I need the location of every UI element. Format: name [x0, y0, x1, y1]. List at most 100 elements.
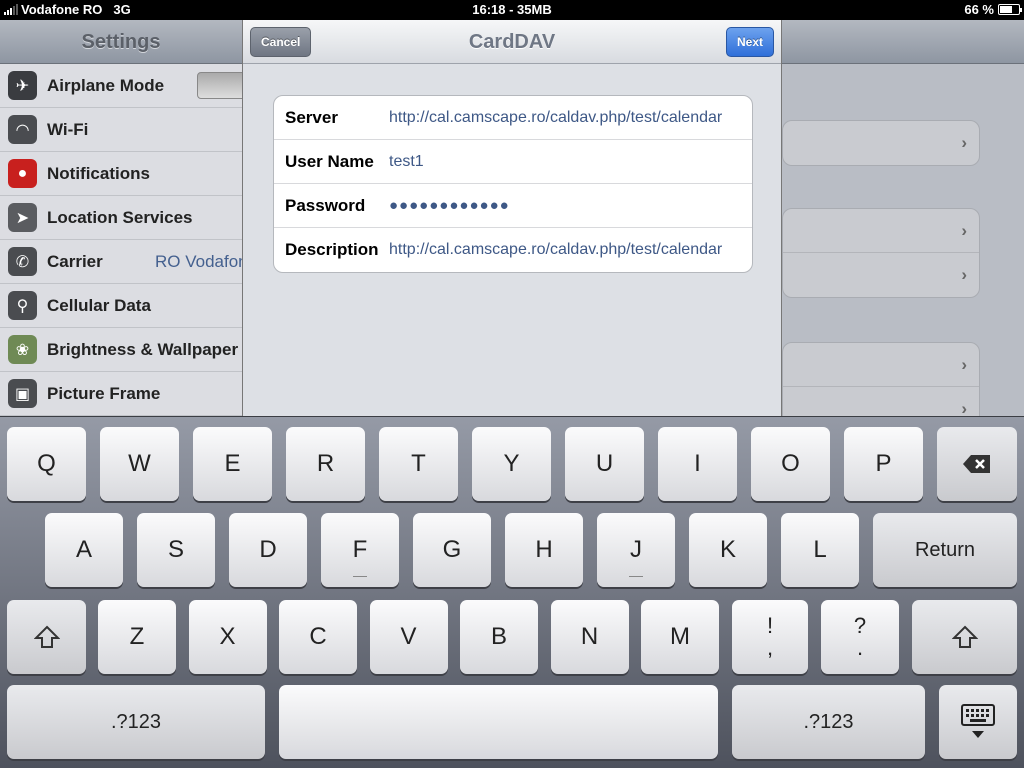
shift-key-left[interactable]: [7, 600, 86, 674]
key-label: H: [535, 536, 553, 563]
sidebar-item[interactable]: ▣ Picture Frame: [0, 372, 242, 416]
key-s[interactable]: S: [137, 513, 215, 587]
settings-title: Settings: [0, 20, 242, 64]
key-f[interactable]: F: [321, 513, 399, 587]
key-h[interactable]: H: [505, 513, 583, 587]
form-row: Server http://cal.camscape.ro/caldav.php/…: [274, 96, 752, 140]
key-j[interactable]: J: [597, 513, 675, 587]
key-label: L: [813, 536, 827, 563]
sidebar-item-label: Brightness & Wallpaper: [47, 339, 239, 359]
status-clock: 16:18 - 35MB: [472, 2, 552, 17]
question-period-key[interactable]: ?.: [821, 600, 899, 674]
username-field[interactable]: test1: [389, 153, 424, 171]
battery-icon: [998, 4, 1022, 15]
sidebar-item-label: Notifications: [47, 163, 150, 183]
field-label: Description: [285, 240, 379, 259]
wifi-icon: ◠: [8, 115, 37, 144]
form-row: Description http://cal.camscape.ro/caldav…: [274, 228, 752, 272]
carddav-modal: CardDAV Cancel Next Server http://cal.cam…: [242, 20, 782, 416]
settings-list: ✈ Airplane Mode ◠ Wi-Fi ● Notifications ➤ Locat…: [0, 64, 257, 416]
key-m[interactable]: M: [641, 600, 719, 674]
antenna-icon: ⚲: [8, 291, 37, 320]
modal-nav-bar: CardDAV Cancel Next: [243, 20, 781, 64]
key-a[interactable]: A: [45, 513, 123, 587]
detail-row[interactable]: ›: [783, 387, 979, 416]
modal-title: CardDAV: [468, 31, 556, 53]
key-top-char: ?: [853, 613, 867, 638]
sidebar-item-label: Wi-Fi: [47, 119, 89, 139]
key-g[interactable]: G: [413, 513, 491, 587]
sidebar-item[interactable]: ✈ Airplane Mode: [0, 64, 257, 108]
field-label: Password: [285, 195, 366, 215]
chevron-right-icon: ›: [961, 265, 967, 284]
key-z[interactable]: Z: [98, 600, 176, 674]
password-field[interactable]: ●●●●●●●●●●●●: [389, 197, 510, 214]
onscreen-keyboard: Q W E R T Y U I O P A S D F G H J K L Return Z X C V B N M!,?. .?12…: [0, 416, 1024, 768]
key-d[interactable]: D: [229, 513, 307, 587]
key-bottom-char: .: [856, 635, 864, 660]
detail-group: › ›: [782, 342, 980, 416]
key-v[interactable]: V: [369, 600, 448, 674]
settings-sidebar: Settings ✈ Airplane Mode ◠ Wi-Fi ● Notificati…: [0, 20, 257, 416]
detail-row[interactable]: ›: [783, 343, 979, 387]
sidebar-item[interactable]: ❀ Brightness & Wallpaper: [0, 328, 242, 372]
picture-frame-icon: ▣: [8, 379, 37, 408]
sidebar-item[interactable]: ● Notifications: [0, 152, 242, 196]
key-bottom-char: ,: [766, 635, 774, 660]
status-right: 66 %: [964, 2, 1022, 17]
chevron-right-icon: ›: [961, 221, 967, 240]
cancel-button[interactable]: Cancel: [250, 27, 312, 57]
key-n[interactable]: N: [550, 600, 629, 674]
key-t[interactable]: T: [379, 427, 458, 501]
key-l[interactable]: L: [781, 513, 859, 587]
exclamation-comma-key[interactable]: !,: [732, 600, 808, 674]
key-p[interactable]: P: [844, 427, 923, 501]
airplane-icon: ✈: [8, 71, 37, 100]
key-i[interactable]: I: [658, 427, 737, 501]
sidebar-item[interactable]: ➤ Location Services: [0, 196, 242, 240]
key-e[interactable]: E: [193, 427, 272, 501]
key-q[interactable]: Q: [7, 427, 86, 501]
description-field[interactable]: http://cal.camscape.ro/caldav.php/test/c…: [389, 241, 722, 259]
next-button[interactable]: Next: [725, 27, 774, 57]
key-k[interactable]: K: [689, 513, 767, 587]
form-row: User Name test1: [274, 140, 752, 184]
key-r[interactable]: R: [286, 427, 365, 501]
phone-icon: ✆: [8, 247, 37, 276]
account-form: Server http://cal.camscape.ro/caldav.php/…: [273, 95, 753, 273]
sidebar-item-label: Cellular Data: [47, 295, 151, 315]
detail-row[interactable]: ›: [783, 121, 979, 165]
battery-percent: 66 %: [964, 2, 994, 17]
sidebar-item[interactable]: ◠ Wi-Fi: [0, 108, 242, 152]
sidebar-item-label: Carrier: [47, 251, 103, 271]
notifications-icon: ●: [8, 159, 37, 188]
server-field[interactable]: http://cal.camscape.ro/caldav.php/test/c…: [389, 109, 722, 127]
sidebar-item[interactable]: ✆ Carrier RO Vodafon: [0, 240, 248, 284]
key-label: J: [630, 536, 642, 563]
key-c[interactable]: C: [279, 600, 357, 674]
key-w[interactable]: W: [100, 427, 179, 501]
sidebar-item-label: Picture Frame: [47, 383, 161, 403]
hide-keyboard-key[interactable]: [939, 685, 1017, 759]
key-x[interactable]: X: [188, 600, 267, 674]
numbers-key-left[interactable]: .?123: [7, 685, 265, 759]
space-key[interactable]: [279, 685, 718, 759]
backspace-key[interactable]: [937, 427, 1017, 501]
status-bar: Vodafone RO 3G 16:18 - 35MB 66 %: [0, 0, 1024, 20]
return-key[interactable]: Return: [873, 513, 1017, 587]
chevron-right-icon: ›: [961, 133, 967, 152]
key-y[interactable]: Y: [472, 427, 551, 501]
numbers-key-right[interactable]: .?123: [732, 685, 925, 759]
sidebar-item[interactable]: ⚲ Cellular Data: [0, 284, 242, 328]
key-label: K: [719, 536, 736, 563]
shift-key-right[interactable]: [912, 600, 1017, 674]
field-label: User Name: [285, 151, 374, 171]
key-b[interactable]: B: [460, 600, 538, 674]
detail-row[interactable]: ›: [783, 209, 979, 253]
chevron-right-icon: ›: [961, 399, 967, 416]
key-label: G: [442, 536, 462, 563]
form-row: Password ●●●●●●●●●●●●: [274, 184, 752, 228]
detail-row[interactable]: ›: [783, 253, 979, 297]
key-o[interactable]: O: [751, 427, 830, 501]
key-u[interactable]: U: [565, 427, 644, 501]
